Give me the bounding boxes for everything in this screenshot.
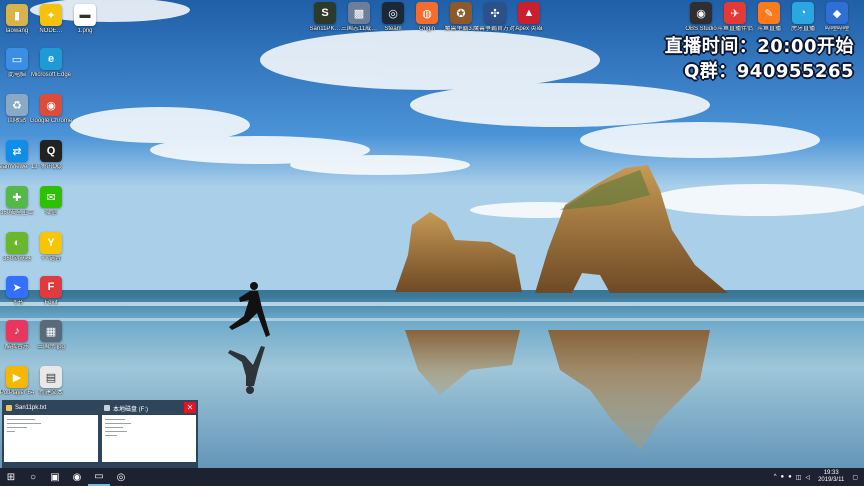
bili-shortcut[interactable]: ◆ 哔哩哔哩 (815, 2, 859, 33)
preview-content (4, 415, 98, 462)
warcraft-platform-icon: ✣ (484, 2, 506, 24)
icon-label: 腾讯QQ (40, 164, 62, 170)
qq-icon: Q (40, 140, 62, 162)
start-button[interactable]: ⊞ (0, 468, 22, 486)
yy-icon: Y (40, 232, 62, 254)
live-time-banner: 直播时间：20:00开始 (664, 36, 854, 57)
explorer-icon: ▣ (50, 471, 60, 483)
chrome-shortcut[interactable]: ◉ Google Chrome (29, 94, 73, 125)
foxit-icon: F (40, 276, 62, 298)
image-file-icon: ▦ (40, 320, 62, 342)
icon-label: 三国杀.jpg (37, 344, 65, 350)
360-browser-icon: ◐ (6, 232, 28, 254)
360-security-icon: ✚ (6, 186, 28, 208)
network-icon[interactable]: ◫ (796, 474, 802, 481)
recycle-bin-icon: ♻ (6, 94, 28, 116)
close-icon[interactable]: ✕ (184, 402, 196, 413)
steam-icon: ◎ (116, 471, 126, 483)
taskbar-explorer-app[interactable]: ▣ (44, 468, 66, 486)
icon-label: YY语音 (40, 256, 61, 262)
clock[interactable]: 19:33 2019/3/11 (818, 470, 844, 484)
foxit-shortcut[interactable]: F Foxit (29, 276, 73, 307)
apex-icon: ▲ (518, 2, 540, 24)
tray-app-icon[interactable]: ● (788, 474, 792, 480)
edge-shortcut[interactable]: e Microsoft Edge (29, 48, 73, 79)
windows-icon: ⊞ (6, 471, 16, 483)
preview-content (102, 415, 196, 462)
taskbar: ⊞ ○ ▣ ◉ ▭ ◎ ^ ● ● ◫ ◁ 19:33 2019/3/11 ▢ (0, 468, 864, 486)
feishu-icon: ➤ (6, 276, 28, 298)
taskbar-preview-notepad[interactable]: San11pk.txt (2, 400, 100, 468)
taskbar-chrome-app[interactable]: ◉ (66, 468, 88, 486)
preview-title: 本地磁盘 (F:) (113, 406, 148, 413)
taskbar-steam-app[interactable]: ◎ (110, 468, 132, 486)
notepad-icon (6, 405, 12, 411)
bili-icon: ◆ (826, 2, 848, 24)
volume-icon[interactable]: ◁ (805, 474, 810, 481)
wechat-shortcut[interactable]: ✉ 微信 (29, 186, 73, 217)
system-tray: ^ ● ● ◫ ◁ 19:33 2019/3/11 ▢ (772, 468, 864, 486)
clock-date: 2019/3/11 (818, 477, 845, 483)
tray-app-icon[interactable]: ● (781, 474, 785, 480)
potplayer-icon: ▶ (6, 366, 28, 388)
icon-label: Foxit (44, 300, 58, 306)
file-shortcut[interactable]: ▬ 1.png (63, 4, 107, 35)
taskbar-folder-app[interactable]: ▭ (88, 468, 110, 486)
san11-game-icon: ▩ (348, 2, 370, 24)
computer-icon: ▭ (6, 48, 28, 70)
doc-file-shortcut[interactable]: ▤ 新建文本 (29, 366, 73, 397)
drive-icon (104, 405, 110, 411)
taskbar-preview-drive[interactable]: 本地磁盘 (F:) ✕ (100, 400, 198, 468)
image-file-shortcut[interactable]: ▦ 三国杀.jpg (29, 320, 73, 351)
yy-shortcut[interactable]: Y YY语音 (29, 232, 73, 263)
doc-file-icon: ▤ (40, 366, 62, 388)
icon-label: Apex 英雄 (515, 26, 543, 32)
warcraft-icon: ✪ (450, 2, 472, 24)
icon-label: 新建文本 (38, 390, 63, 396)
laowang-icon: ▮ (6, 4, 28, 26)
chrome-icon: ◉ (72, 471, 82, 483)
origin-icon: ◍ (416, 2, 438, 24)
chrome-icon: ◉ (40, 94, 62, 116)
search-icon: ○ (29, 471, 37, 483)
music-app-icon: ♪ (6, 320, 28, 342)
icon-label: Google Chrome (29, 118, 73, 124)
san11pk-icon: S (314, 2, 336, 24)
icon-label: 1.png (77, 28, 93, 34)
wechat-icon: ✉ (40, 186, 62, 208)
steam-icon: ◎ (382, 2, 404, 24)
huya-icon: ◔ (792, 2, 814, 24)
folder-icon: ▭ (94, 470, 104, 482)
tray-chevron-icon[interactable]: ^ (774, 474, 777, 480)
clock-time: 19:33 (823, 470, 839, 476)
edge-icon: e (40, 48, 62, 70)
obs-icon: ◉ (690, 2, 712, 24)
qq-group-banner: Q群：940955265 (683, 61, 854, 82)
live-assistant-icon: ✈ (724, 2, 746, 24)
teamviewer-icon: ⇄ (6, 140, 28, 162)
file-icon: ▬ (74, 4, 96, 26)
search-button[interactable]: ○ (22, 468, 44, 486)
apex-shortcut[interactable]: ▲ Apex 英雄 (507, 2, 551, 33)
icon-label: 微信 (44, 210, 57, 216)
icon-label: Microsoft Edge (30, 72, 72, 78)
preview-title: San11pk.txt (15, 405, 47, 411)
douyu-icon: ✎ (758, 2, 780, 24)
notification-icon[interactable]: ▢ (852, 474, 858, 481)
qq-shortcut[interactable]: Q 腾讯QQ (29, 140, 73, 171)
nodes-app-icon: ✦ (40, 4, 62, 26)
